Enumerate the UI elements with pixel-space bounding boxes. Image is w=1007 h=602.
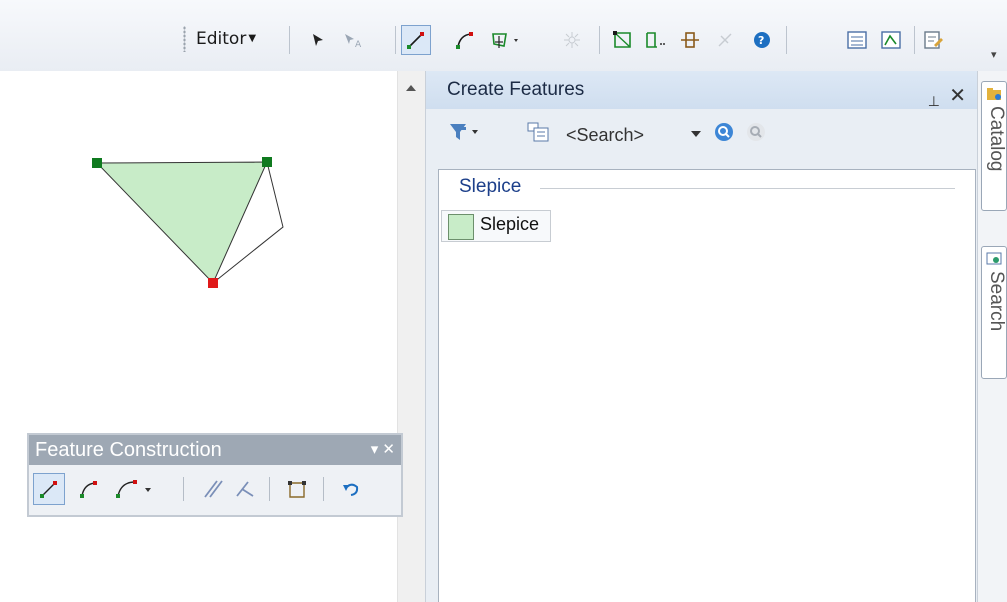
rotate-button[interactable]: [675, 25, 705, 55]
attributes-icon: [847, 31, 867, 49]
map-view[interactable]: [0, 71, 397, 602]
square-finish-icon: [288, 481, 306, 498]
fc-undo-button[interactable]: [335, 473, 367, 505]
svg-text:?: ?: [758, 34, 764, 47]
fc-straight-segment-button[interactable]: [33, 473, 65, 505]
feature-construction-toolbar: Feature Construction ▾ ✕: [27, 433, 403, 517]
parallel-icon: [204, 480, 223, 498]
fc-separator: [323, 477, 324, 501]
feature-construction-titlebar[interactable]: Feature Construction ▾ ✕: [29, 435, 401, 465]
straight-segment-icon: [407, 32, 424, 49]
catalog-icon: [987, 88, 1001, 100]
vertex-marker: [92, 158, 102, 168]
edit-vertices-button[interactable]: [876, 25, 906, 55]
editor-toolbar: Editor ▼ A ? ▾: [0, 0, 1007, 71]
toolbar-separator: [599, 26, 600, 54]
toolbar-separator: [289, 26, 290, 54]
end-point-arc-button[interactable]: [450, 25, 480, 55]
split-tool-icon: [564, 32, 580, 48]
sketch-properties-button[interactable]: ?: [747, 25, 777, 55]
filter-templates-button[interactable]: [448, 121, 484, 149]
undo-icon: [343, 483, 359, 496]
topology-edit-icon: [646, 32, 665, 48]
group-divider: [540, 188, 955, 189]
search-tab-label: Search: [986, 271, 1007, 332]
rotate-icon: [681, 32, 699, 48]
straight-segment-icon: [40, 481, 57, 498]
create-features-button[interactable]: [918, 25, 948, 55]
map-scrollbar[interactable]: [397, 71, 425, 602]
toolbar-grip[interactable]: [183, 26, 186, 52]
scroll-up-icon[interactable]: [406, 85, 416, 91]
fc-square-finish-button[interactable]: [281, 473, 313, 505]
clear-search-icon: [747, 123, 765, 141]
end-point-arc-icon: [456, 32, 473, 49]
fc-perpendicular-button[interactable]: [229, 473, 261, 505]
editor-dropdown-icon: ▼: [248, 33, 257, 44]
search-tab[interactable]: Search: [981, 246, 1007, 379]
search-icon: [715, 123, 733, 141]
template-item-slepice[interactable]: Slepice: [441, 210, 551, 242]
create-features-window: Create Features ⊥ ✕ <Search> Slepice Sle…: [425, 71, 978, 602]
dock-strip: Catalog Search: [977, 71, 1007, 602]
search-dropdown-icon[interactable]: [691, 131, 701, 137]
template-group-header: Slepice: [459, 176, 522, 197]
edit-tool-icon: [313, 34, 323, 46]
organize-templates-icon: [527, 122, 549, 142]
create-features-toolbar: <Search>: [426, 111, 978, 157]
organize-templates-button[interactable]: [526, 121, 550, 147]
toolbar-separator: [395, 26, 396, 54]
create-features-titlebar[interactable]: Create Features ⊥ ✕: [426, 71, 978, 109]
feature-construction-buttons: [29, 465, 401, 513]
fc-end-point-arc-button[interactable]: [73, 473, 105, 505]
explode-icon: [718, 33, 732, 47]
split-tool-button[interactable]: [557, 25, 587, 55]
fc-separator: [269, 477, 270, 501]
polygon-swatch-icon: [448, 214, 474, 240]
editor-menu-label: Editor: [196, 29, 247, 49]
create-features-title: Create Features: [447, 79, 585, 100]
search-button[interactable]: [713, 121, 735, 147]
edit-annotation-button[interactable]: A: [338, 25, 368, 55]
perpendicular-icon: [236, 481, 254, 497]
toolbar-separator: [786, 26, 787, 54]
template-list[interactable]: Slepice Slepice: [438, 169, 976, 602]
attributes-button[interactable]: [842, 25, 872, 55]
reshape-feature-icon: [613, 31, 631, 48]
straight-segment-button[interactable]: [401, 25, 431, 55]
template-label: Slepice: [480, 214, 540, 234]
edit-tool-button[interactable]: [303, 25, 333, 55]
sketch-properties-icon: ?: [754, 32, 770, 48]
feature-construction-title: Feature Construction: [35, 439, 222, 461]
map-canvas[interactable]: [0, 71, 397, 602]
template-search-input[interactable]: <Search>: [566, 122, 684, 148]
svg-text:A: A: [355, 40, 362, 49]
end-point-arc-icon: [80, 481, 97, 498]
curve-tools-icon: [116, 480, 151, 498]
filter-templates-icon: [450, 124, 478, 140]
search-window-icon: [986, 252, 1002, 265]
polygon-feature: [95, 161, 268, 284]
editor-menu-button[interactable]: Editor ▼: [196, 27, 256, 51]
fc-curve-tools-button[interactable]: [113, 473, 157, 505]
overflow-chevron-icon[interactable]: ▾: [991, 48, 1005, 64]
fc-separator: [183, 477, 184, 501]
catalog-tab[interactable]: Catalog: [981, 81, 1007, 211]
cut-polygons-icon: [492, 33, 518, 48]
create-features-icon: [924, 31, 943, 49]
reshape-feature-button[interactable]: [608, 25, 638, 55]
clear-search-button[interactable]: [745, 121, 767, 147]
vertex-marker-selected: [208, 278, 218, 288]
close-icon[interactable]: ✕: [949, 77, 966, 115]
feature-construction-controls[interactable]: ▾ ✕: [371, 435, 395, 465]
explode-button[interactable]: [710, 25, 740, 55]
vertex-marker: [262, 157, 272, 167]
edit-annotation-icon: A: [345, 34, 362, 49]
cut-polygons-button[interactable]: [487, 25, 527, 55]
fc-parallel-button[interactable]: [197, 473, 229, 505]
topology-edit-button[interactable]: [640, 25, 670, 55]
catalog-tab-label: Catalog: [986, 106, 1007, 172]
edit-vertices-icon: [881, 31, 901, 49]
toolbar-separator: [914, 26, 915, 54]
